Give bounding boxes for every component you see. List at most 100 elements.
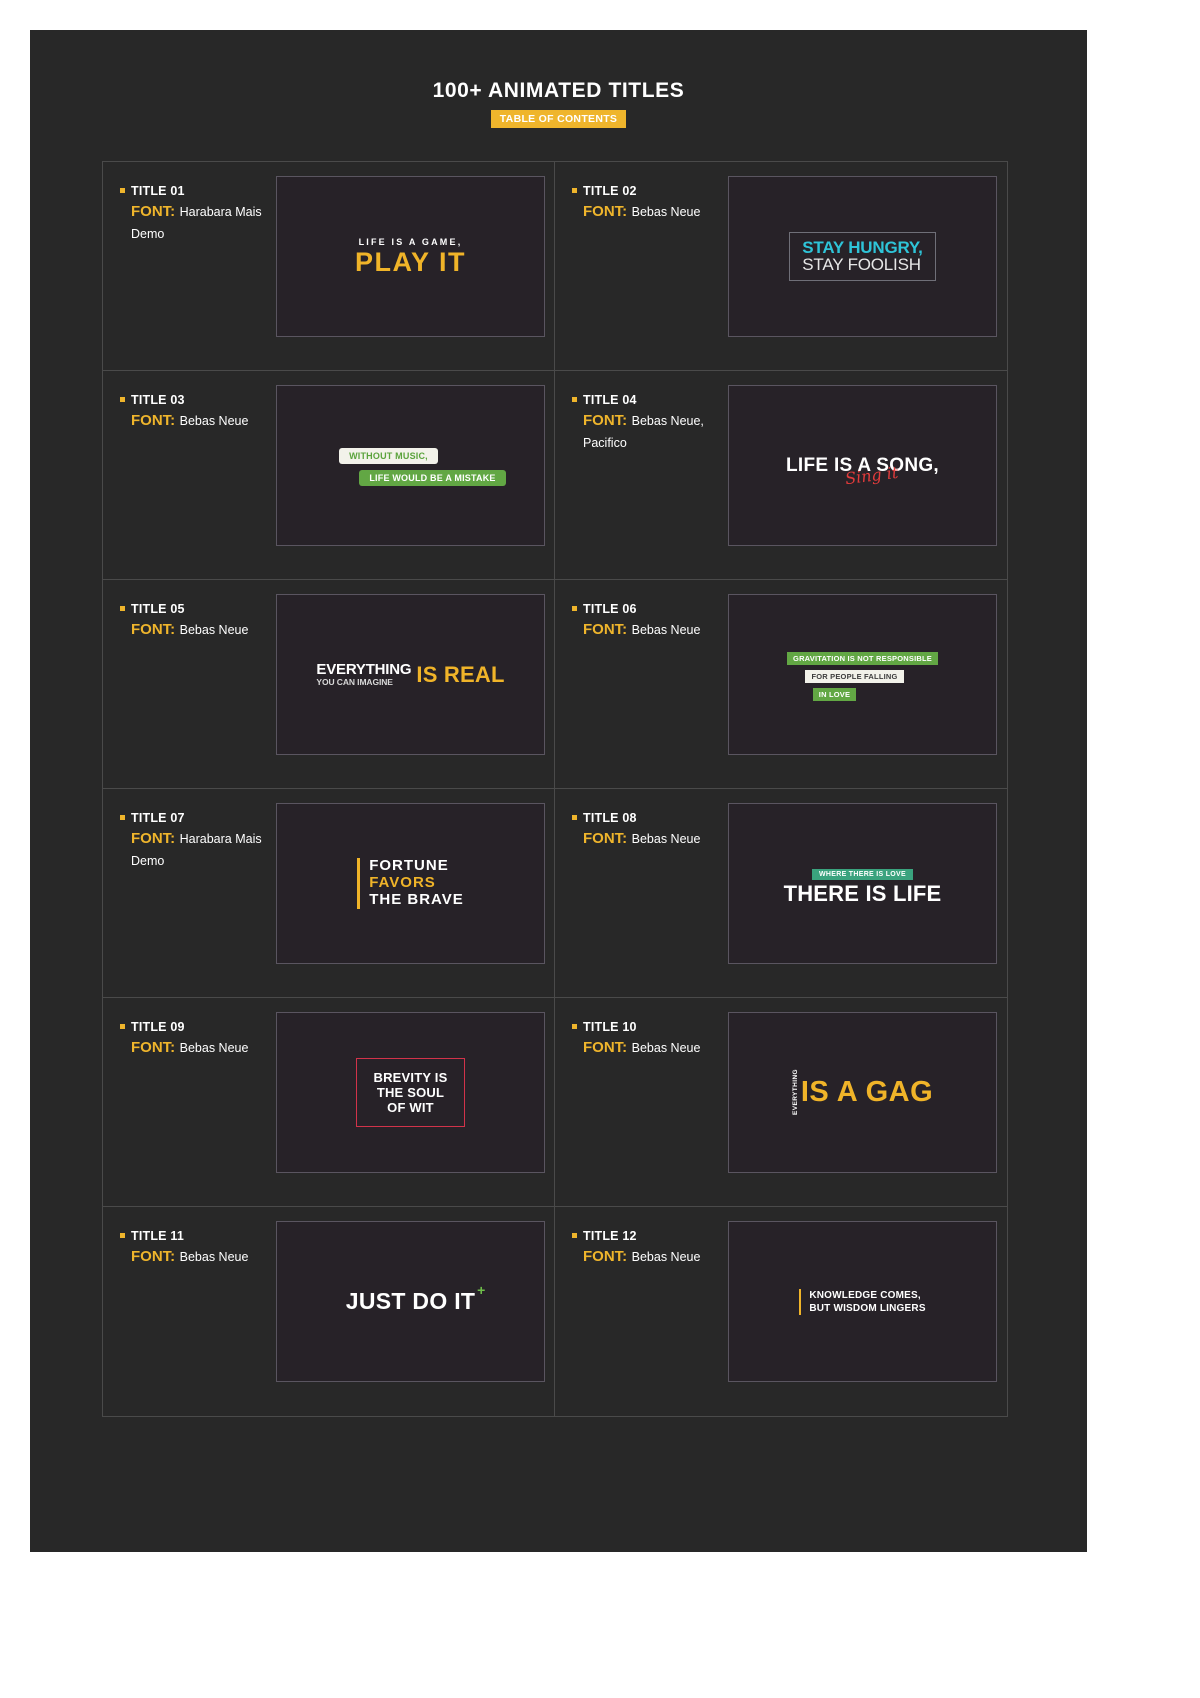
entry-font-row: FONT: Bebas Neue, Pacifico [572, 410, 720, 453]
entry-font-row: FONT: Harabara Mais Demo [120, 201, 268, 244]
font-key-label: FONT: [131, 203, 176, 220]
preview-thumbnail-02[interactable]: STAY HUNGRY, STAY FOOLISH [728, 176, 997, 337]
font-key-label: FONT: [583, 412, 628, 429]
entry-meta: TITLE 07 FONT: Harabara Mais Demo [103, 801, 268, 871]
bullet-icon [120, 188, 125, 193]
title-entry-10[interactable]: TITLE 10 FONT: Bebas Neue EVERYTHING IS … [555, 998, 1007, 1207]
entry-title-row: TITLE 06 [572, 602, 720, 616]
entry-font-row: FONT: Bebas Neue [120, 410, 268, 432]
entry-meta: TITLE 03 FONT: Bebas Neue [103, 383, 268, 432]
entry-title: TITLE 10 [583, 1020, 637, 1034]
font-key-label: FONT: [583, 1039, 628, 1056]
font-name: Bebas Neue [179, 1041, 249, 1055]
entry-font-row: FONT: Bebas Neue [572, 619, 720, 641]
preview-line-1: STAY HUNGRY, [802, 237, 923, 257]
preview-thumbnail-10[interactable]: EVERYTHING IS A GAG [728, 1012, 997, 1173]
entry-meta: TITLE 05 FONT: Bebas Neue [103, 592, 268, 641]
title-entry-11[interactable]: TITLE 11 FONT: Bebas Neue JUST DO IT + [103, 1207, 555, 1416]
entry-title: TITLE 07 [131, 811, 185, 825]
preview-line-2: IS A GAG [800, 1075, 934, 1108]
entry-title: TITLE 01 [131, 184, 185, 198]
preview-line-1: WITHOUT MUSIC, [339, 447, 438, 464]
title-entry-01[interactable]: TITLE 01 FONT: Harabara Mais Demo LIFE I… [103, 162, 555, 371]
bullet-icon [572, 1024, 577, 1029]
preview-thumbnail-03[interactable]: WITHOUT MUSIC, LIFE WOULD BE A MISTAKE [276, 385, 545, 546]
preview-line-1: EVERYTHING [791, 1069, 799, 1116]
preview-art: JUST DO IT + [345, 1282, 486, 1315]
preview-line-2: STAY FOOLISH [802, 255, 921, 274]
entry-font-row: FONT: Bebas Neue [120, 619, 268, 641]
preview-thumbnail-05[interactable]: EVERYTHING YOU CAN IMAGINE IS REAL [276, 594, 545, 755]
entry-title: TITLE 09 [131, 1020, 185, 1034]
title-entry-12[interactable]: TITLE 12 FONT: Bebas Neue KNOWLEDGE COME… [555, 1207, 1007, 1416]
font-name: Bebas Neue [179, 1250, 249, 1264]
preview-line-1-wrap: WHERE THERE IS LOVE [784, 863, 942, 881]
preview-thumbnail-08[interactable]: WHERE THERE IS LOVE THERE IS LIFE [728, 803, 997, 964]
title-entry-08[interactable]: TITLE 08 FONT: Bebas Neue WHERE THERE IS… [555, 789, 1007, 998]
entry-title-row: TITLE 02 [572, 184, 720, 198]
entry-title-row: TITLE 12 [572, 1229, 720, 1243]
preview-art: FORTUNE FAVORS THE BRAVE [357, 857, 464, 909]
preview-line-1-wrap: GRAVITATION IS NOT RESPONSIBLE [787, 648, 938, 666]
font-key-label: FONT: [583, 621, 628, 638]
entry-title-row: TITLE 10 [572, 1020, 720, 1034]
preview-line-1: KNOWLEDGE COMES, [809, 1289, 921, 1301]
preview-line-3: THE BRAVE [369, 890, 464, 908]
titles-grid: TITLE 01 FONT: Harabara Mais Demo LIFE I… [102, 161, 1008, 1417]
entry-font-row: FONT: Bebas Neue [572, 201, 720, 223]
preview-thumbnail-01[interactable]: LIFE IS A GAME, PLAY IT [276, 176, 545, 337]
preview-art: LIFE IS A SONG, Sing it [786, 455, 939, 488]
preview-line-1: JUST DO IT [345, 1288, 476, 1314]
font-key-label: FONT: [131, 830, 176, 847]
title-entry-02[interactable]: TITLE 02 FONT: Bebas Neue STAY HUNGRY, S… [555, 162, 1007, 371]
preview-art: KNOWLEDGE COMES, BUT WISDOM LINGERS [799, 1288, 925, 1315]
preview-line-3: OF WIT [387, 1100, 434, 1116]
font-key-label: FONT: [131, 412, 176, 429]
preview-line-1: WHERE THERE IS LOVE [812, 868, 913, 880]
font-key-label: FONT: [583, 203, 628, 220]
bullet-icon [572, 397, 577, 402]
bullet-icon [572, 815, 577, 820]
preview-thumbnail-07[interactable]: FORTUNE FAVORS THE BRAVE [276, 803, 545, 964]
entry-meta: TITLE 02 FONT: Bebas Neue [555, 174, 720, 223]
bullet-icon [120, 606, 125, 611]
entry-meta: TITLE 09 FONT: Bebas Neue [103, 1010, 268, 1059]
entry-meta: TITLE 10 FONT: Bebas Neue [555, 1010, 720, 1059]
entry-title: TITLE 05 [131, 602, 185, 616]
entry-meta: TITLE 01 FONT: Harabara Mais Demo [103, 174, 268, 244]
preview-line-3: IN LOVE [812, 687, 857, 702]
preview-thumbnail-12[interactable]: KNOWLEDGE COMES, BUT WISDOM LINGERS [728, 1221, 997, 1382]
font-name: Bebas Neue [631, 623, 701, 637]
preview-line-1-wrap: WITHOUT MUSIC, [337, 446, 483, 464]
preview-line-2: THERE IS LIFE [783, 880, 942, 906]
preview-line-2: FAVORS [369, 874, 436, 892]
toc-badge-container: TABLE OF CONTENTS [30, 109, 1087, 128]
title-entry-09[interactable]: TITLE 09 FONT: Bebas Neue BREVITY IS THE… [103, 998, 555, 1207]
entry-title: TITLE 12 [583, 1229, 637, 1243]
preview-line-2: PLAY IT [354, 247, 467, 277]
title-entry-03[interactable]: TITLE 03 FONT: Bebas Neue WITHOUT MUSIC,… [103, 371, 555, 580]
preview-thumbnail-09[interactable]: BREVITY IS THE SOUL OF WIT [276, 1012, 545, 1173]
bullet-icon [572, 606, 577, 611]
preview-line-1: BREVITY IS [373, 1069, 448, 1085]
font-key-label: FONT: [131, 1248, 176, 1265]
font-name: Bebas Neue [631, 205, 701, 219]
entry-title: TITLE 08 [583, 811, 637, 825]
entry-title: TITLE 06 [583, 602, 637, 616]
title-entry-04[interactable]: TITLE 04 FONT: Bebas Neue, Pacifico LIFE… [555, 371, 1007, 580]
preview-thumbnail-06[interactable]: GRAVITATION IS NOT RESPONSIBLE FOR PEOPL… [728, 594, 997, 755]
table-of-contents-badge: TABLE OF CONTENTS [490, 110, 627, 128]
bullet-icon [572, 188, 577, 193]
preview-line-2-wrap: FOR PEOPLE FALLING [787, 666, 938, 684]
page-title: 100+ ANIMATED TITLES [432, 79, 685, 102]
preview-thumbnail-11[interactable]: JUST DO IT + [276, 1221, 545, 1382]
preview-thumbnail-04[interactable]: LIFE IS A SONG, Sing it [728, 385, 997, 546]
title-entry-06[interactable]: TITLE 06 FONT: Bebas Neue GRAVITATION IS… [555, 580, 1007, 789]
font-name: Bebas Neue [631, 1250, 701, 1264]
preview-line-2: + [477, 1282, 486, 1298]
title-entry-05[interactable]: TITLE 05 FONT: Bebas Neue EVERYTHING YOU… [103, 580, 555, 789]
title-entry-07[interactable]: TITLE 07 FONT: Harabara Mais Demo FORTUN… [103, 789, 555, 998]
preview-art: EVERYTHING IS A GAG [792, 1069, 933, 1115]
entry-title-row: TITLE 07 [120, 811, 268, 825]
preview-line-2: FOR PEOPLE FALLING [805, 669, 904, 684]
